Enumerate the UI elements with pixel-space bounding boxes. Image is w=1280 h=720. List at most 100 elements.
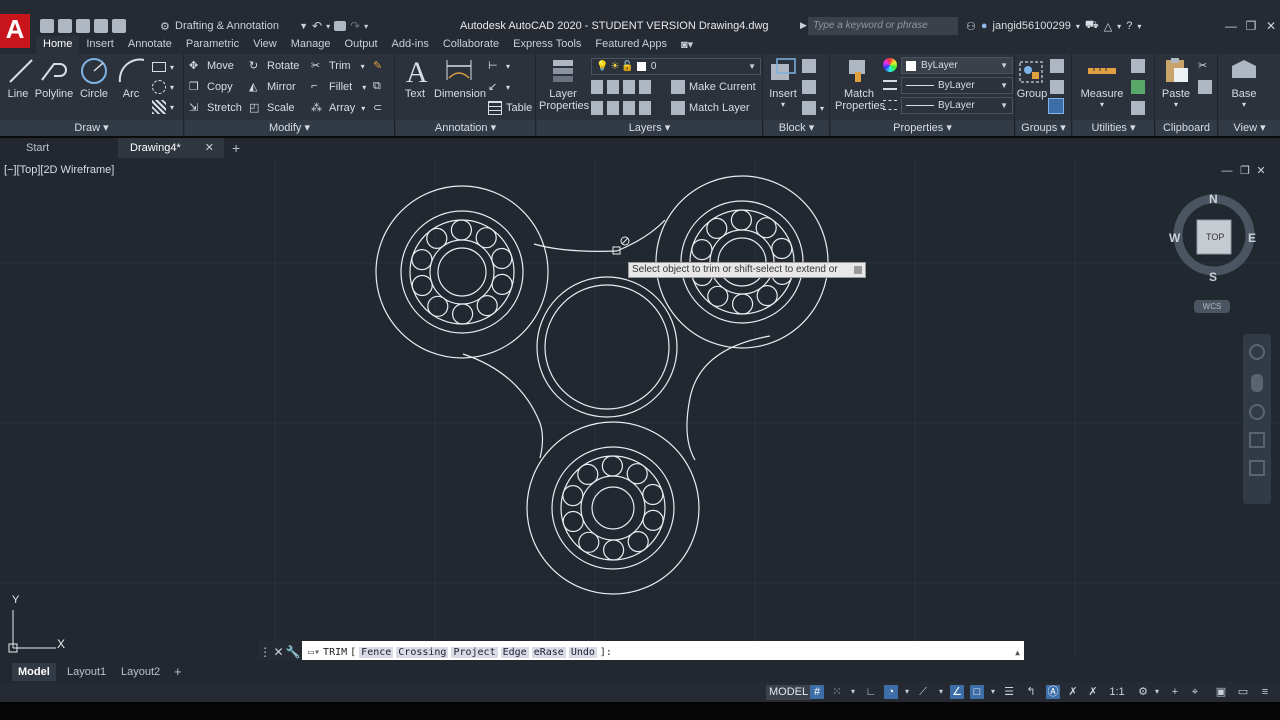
table-button[interactable]: Table	[488, 99, 532, 117]
restore-icon[interactable]: ❐	[1242, 17, 1260, 35]
bottom-bearing-inner[interactable]	[580, 475, 646, 541]
bearing-ball[interactable]	[427, 295, 449, 317]
cart-icon[interactable]: ⛟	[1085, 19, 1099, 33]
center-outer-circle[interactable]	[536, 276, 678, 418]
tab-featured-apps[interactable]: Featured Apps	[588, 36, 674, 54]
tab-view[interactable]: View	[246, 36, 284, 54]
close-tab-icon[interactable]: ✕	[205, 138, 214, 158]
tab-add-ins[interactable]: Add-ins	[385, 36, 436, 54]
layer-isolate-icon[interactable]	[607, 80, 619, 94]
edit-attributes-button[interactable]: ▾	[802, 99, 824, 117]
share-icon[interactable]	[334, 21, 347, 31]
option-undo[interactable]: Undo	[568, 646, 597, 658]
bearing-ball[interactable]	[642, 509, 664, 531]
customization-menu-icon[interactable]: ≡	[1258, 685, 1272, 699]
paste-button[interactable]: Paste ▾	[1158, 56, 1194, 109]
erase-button[interactable]: ✎	[373, 57, 387, 75]
recent-commands-icon[interactable]: ▭▾	[308, 647, 320, 658]
arc-button[interactable]: Arc	[116, 56, 146, 100]
print-icon[interactable]	[112, 19, 126, 33]
lineweight-icon[interactable]	[883, 80, 897, 90]
customize-qat-icon[interactable]: ▾	[364, 22, 368, 31]
copy-button[interactable]: ❐ Copy	[189, 78, 233, 96]
command-history-icon[interactable]: ▲	[1015, 648, 1020, 657]
drawing-geometry[interactable]	[0, 158, 1280, 660]
ribbon-options-icon[interactable]: ◙▾	[674, 36, 700, 54]
a360-icon[interactable]: △	[1104, 20, 1112, 33]
option-fence[interactable]: Fence	[359, 646, 394, 658]
bearing-ball[interactable]	[578, 531, 600, 553]
bearing-ball[interactable]	[755, 217, 777, 239]
group-button[interactable]: Group	[1016, 56, 1048, 100]
showmotion-icon[interactable]	[1249, 460, 1265, 476]
bearing-ball[interactable]	[691, 238, 713, 261]
snap-icon[interactable]: ⁙	[830, 685, 844, 699]
tab-insert[interactable]: Insert	[79, 36, 121, 54]
panel-layers-title[interactable]: Layers ▾	[537, 120, 762, 136]
tab-collaborate[interactable]: Collaborate	[436, 36, 506, 54]
drag-handle-icon[interactable]: ⋮	[259, 645, 271, 659]
bearing-ball[interactable]	[562, 485, 584, 507]
rectangle-button[interactable]: ▾	[152, 58, 174, 76]
compass-south[interactable]: S	[1209, 270, 1217, 284]
option-edge[interactable]: Edge	[500, 646, 529, 658]
username[interactable]: jangid56100299	[993, 20, 1071, 32]
layer-lock-icon[interactable]	[639, 80, 651, 94]
panel-modify-title[interactable]: Modify ▾	[185, 120, 394, 136]
lineweight-toggle-icon[interactable]: ☰	[1002, 685, 1016, 699]
fillet-button[interactable]: ⌐ Fillet ▾	[311, 78, 366, 96]
chevron-down-icon[interactable]: ▾	[900, 685, 914, 699]
fidget-spinner[interactable]	[375, 175, 829, 595]
isolate-objects-icon[interactable]: ⌖	[1188, 685, 1202, 699]
bearing-ball[interactable]	[491, 247, 513, 270]
layer-on-icon[interactable]	[591, 101, 603, 115]
tab-start[interactable]: Start	[14, 138, 118, 158]
edit-block-button[interactable]	[802, 78, 816, 96]
linear-dim-button[interactable]: ⊢ ▾	[488, 57, 510, 75]
new-tab-button[interactable]: +	[226, 138, 246, 158]
tab-layout1[interactable]: Layout1	[61, 663, 112, 681]
panel-utilities-title[interactable]: Utilities ▾	[1073, 120, 1154, 136]
bearing-ball[interactable]	[642, 483, 664, 506]
move-button[interactable]: ✥ Move	[189, 57, 234, 75]
option-erase[interactable]: eRase	[531, 646, 566, 658]
tab-manage[interactable]: Manage	[284, 36, 338, 54]
rotate-button[interactable]: ↻ Rotate	[249, 57, 299, 75]
option-project[interactable]: Project	[451, 646, 498, 658]
bearing-ball[interactable]	[602, 539, 625, 561]
tab-parametric[interactable]: Parametric	[179, 36, 246, 54]
cut-button[interactable]: ✂	[1198, 57, 1212, 75]
stretch-button[interactable]: ⇲ Stretch	[189, 99, 242, 117]
hatch-button[interactable]: ▾	[152, 78, 174, 96]
bearing-ball[interactable]	[771, 237, 793, 260]
save-icon[interactable]	[58, 19, 72, 33]
layer-properties-button[interactable]: Layer Properties	[539, 56, 589, 112]
make-current-button[interactable]: Make Current	[671, 78, 756, 96]
annotation-visibility-icon[interactable]: Ⓐ	[1046, 685, 1060, 699]
bearing-ball[interactable]	[491, 273, 513, 296]
right-lower-connector[interactable]	[686, 335, 771, 461]
panel-annotation-title[interactable]: Annotation ▾	[396, 120, 535, 136]
bearing-ball[interactable]	[475, 227, 497, 249]
viewcube[interactable]: TOP N S W E WCS	[1169, 190, 1260, 313]
insert-block-button[interactable]: Insert ▾	[766, 56, 800, 109]
auto-scale-icon[interactable]: ✗	[1066, 685, 1080, 699]
add-icon[interactable]: +	[1168, 685, 1182, 699]
left-lobe-outer[interactable]	[375, 185, 549, 359]
linetype-icon[interactable]	[883, 100, 897, 110]
bottom-lobe-outer[interactable]	[526, 421, 700, 595]
tab-model[interactable]: Model	[12, 663, 56, 681]
selection-cycling-icon[interactable]: ↰	[1024, 685, 1038, 699]
chevron-down-icon[interactable]: ▾	[986, 685, 1000, 699]
match-properties-button[interactable]: Match Properties	[835, 56, 885, 112]
explode-button[interactable]: ⧉	[373, 78, 387, 96]
search-input[interactable]: Type a keyword or phrase	[808, 17, 958, 35]
left-bearing-race[interactable]	[409, 219, 515, 325]
viewcube-top-face[interactable]: TOP	[1206, 232, 1224, 242]
lineweight-dropdown[interactable]: ByLayer ▼	[901, 77, 1013, 94]
layer-unlock-icon[interactable]	[639, 101, 651, 115]
circle-button[interactable]: Circle	[78, 56, 110, 100]
polyline-button[interactable]: Polyline	[34, 56, 74, 100]
color-wheel-icon[interactable]	[883, 58, 897, 72]
save-as-icon[interactable]	[76, 19, 90, 33]
